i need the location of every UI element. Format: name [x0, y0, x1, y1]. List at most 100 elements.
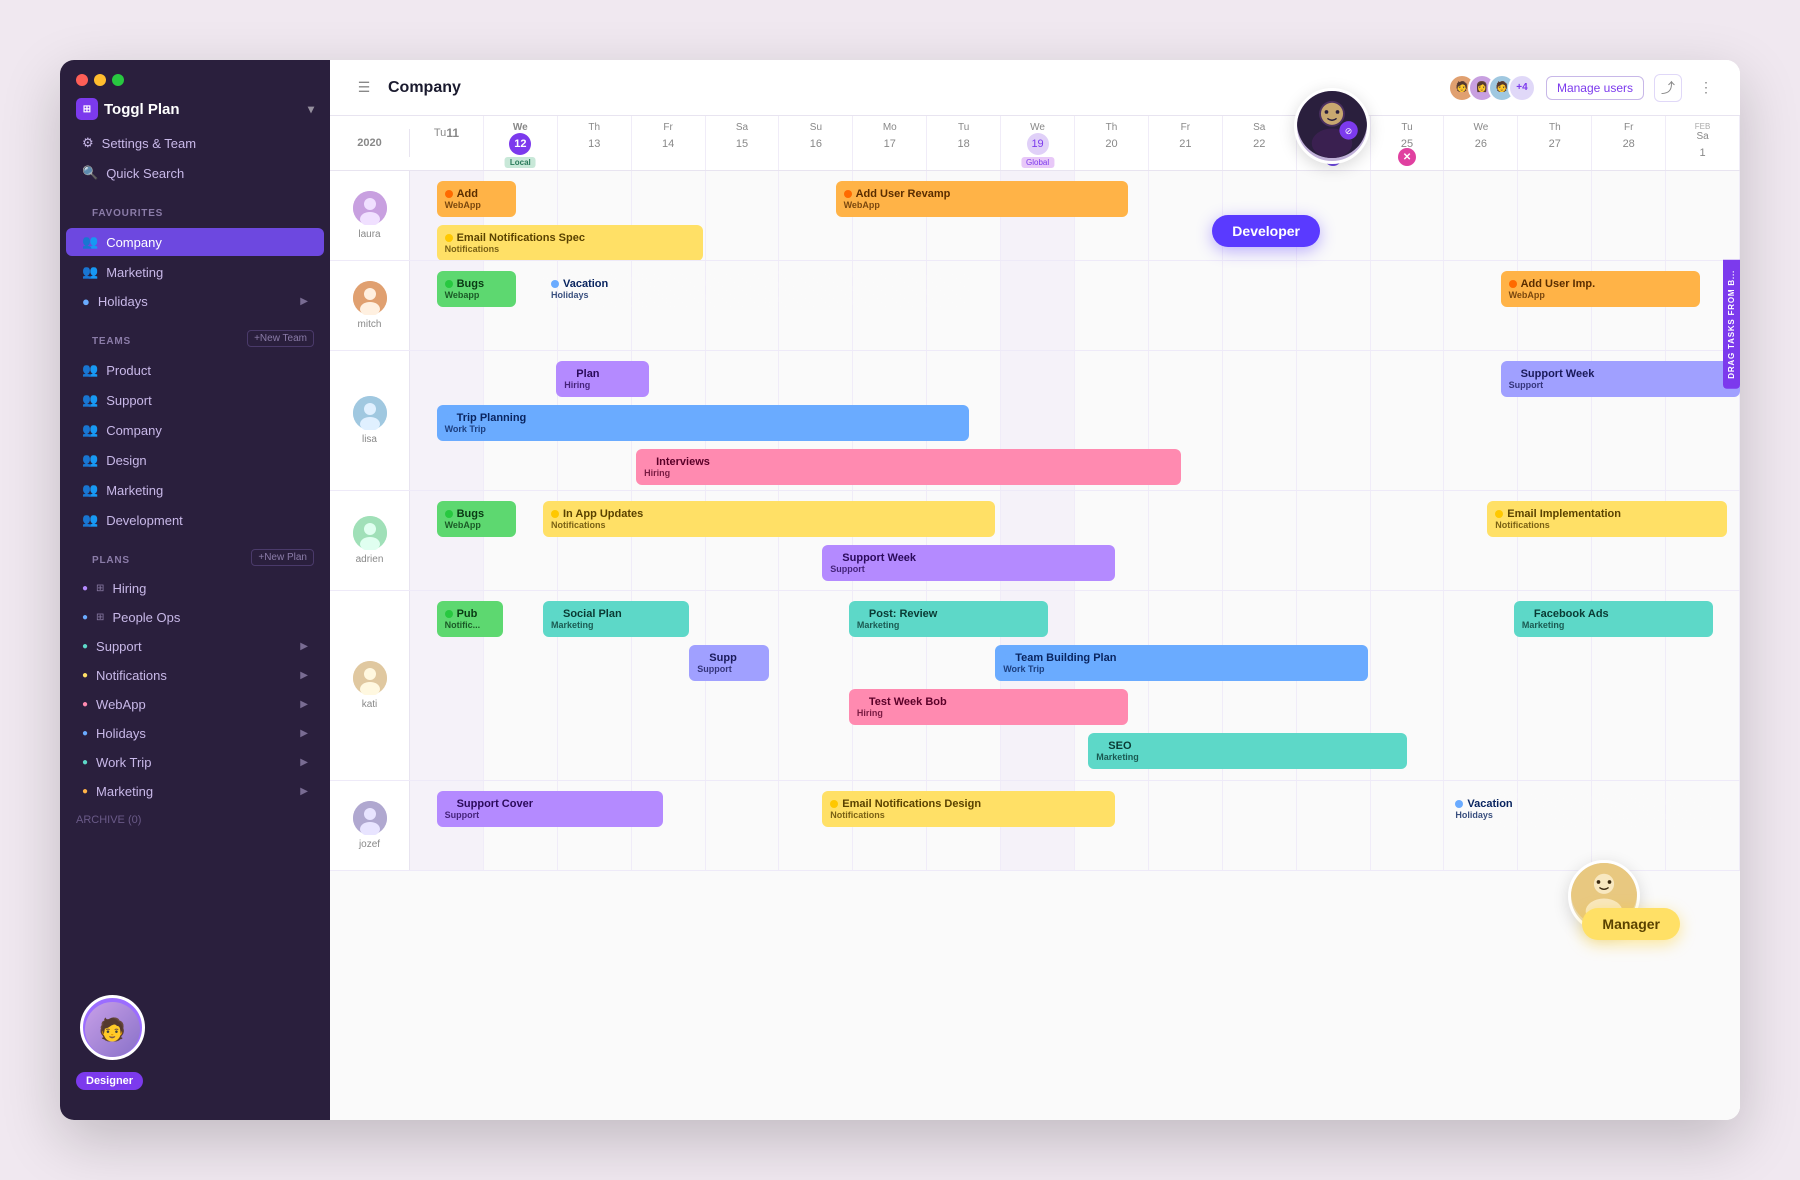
user-name-lisa: lisa: [362, 434, 377, 445]
sidebar-item-support-plan[interactable]: ● Support ▶: [66, 633, 324, 660]
task-email-notifications-spec[interactable]: Email Notifications Spec Notifications: [437, 225, 703, 260]
people-icon: 👥: [82, 422, 98, 438]
main-content: ☰ Company 🧑 👩 🧑 +4 Manage users ⤴ ⋮ 2020…: [330, 60, 1740, 1120]
developer-user-avatar: ⊘: [1294, 88, 1370, 164]
task-supp-kati[interactable]: Supp Support: [689, 645, 769, 681]
task-post-review[interactable]: Post: Review Marketing: [849, 601, 1049, 637]
sidebar-item-holidays[interactable]: ● Holidays ▶: [66, 288, 324, 315]
col-x-badge: ✕: [1398, 148, 1416, 166]
sidebar-item-webapp[interactable]: ● WebApp ▶: [66, 691, 324, 718]
task-bugs-webapp[interactable]: Bugs Webapp: [437, 271, 517, 307]
new-plan-button[interactable]: +New Plan: [251, 549, 314, 566]
maximize-dot[interactable]: [112, 74, 124, 86]
new-team-button[interactable]: +New Team: [247, 330, 314, 347]
task-interviews[interactable]: Interviews Hiring: [636, 449, 1181, 485]
avatar-mitch: [353, 281, 387, 315]
user-name-mitch: mitch: [358, 319, 382, 330]
task-email-notifications-design[interactable]: Email Notifications Design Notifications: [822, 791, 1115, 827]
chevron-right-icon: ▶: [300, 757, 308, 768]
cal-day-27: Th27: [1518, 116, 1592, 170]
favourites-section: FAVOURITES: [60, 188, 330, 227]
task-support-week-lisa[interactable]: Support Week Support: [1501, 361, 1740, 397]
task-add-webapp[interactable]: Add WebApp: [437, 181, 517, 217]
task-vacation-mitch[interactable]: Vacation Holidays: [543, 271, 969, 307]
chevron-right-icon: ▶: [300, 670, 308, 681]
task-test-week-bob[interactable]: Test Week Bob Hiring: [849, 689, 1128, 725]
chevron-right-icon: ▶: [300, 728, 308, 739]
task-vacation-jozef[interactable]: Vacation Holidays: [1447, 791, 1713, 827]
user-col-header: 2020: [330, 129, 410, 157]
cal-day-11: Tu11: [410, 116, 484, 170]
row-mitch: mitch Bugs Webapp Vacation Holidays: [330, 261, 1740, 351]
sidebar-item-company[interactable]: 👥 Company: [66, 228, 324, 256]
people-icon: 👥: [82, 452, 98, 468]
task-support-week-adrien[interactable]: Support Week Support: [822, 545, 1115, 581]
task-team-building[interactable]: Team Building Plan Work Trip: [995, 645, 1367, 681]
more-options-icon[interactable]: ⋮: [1692, 74, 1720, 102]
task-plan-hiring[interactable]: Plan Hiring: [556, 361, 649, 397]
sidebar-item-company-team[interactable]: 👥 Company: [66, 416, 324, 444]
avatar-jozef: [353, 801, 387, 835]
sidebar-item-settings-team[interactable]: ⚙ Settings & Team: [66, 129, 324, 157]
task-email-implementation[interactable]: Email Implementation Notifications: [1487, 501, 1726, 537]
people-icon: 👥: [82, 482, 98, 498]
cal-day-28: Fr28: [1592, 116, 1666, 170]
cal-day-15: Sa15: [706, 116, 780, 170]
user-cell-mitch: mitch: [330, 261, 410, 350]
task-bugs-adrien[interactable]: Bugs WebApp: [437, 501, 517, 537]
sidebar-item-people-ops[interactable]: ● ⊞ People Ops: [66, 604, 324, 631]
plans-label: PLANS: [76, 545, 146, 570]
avatar-adrien: [353, 516, 387, 550]
avatar-stack: 🧑 👩 🧑 +4: [1448, 74, 1536, 102]
avatar-lisa: [353, 396, 387, 430]
favourites-label: FAVOURITES: [76, 198, 179, 223]
sidebar-item-work-trip[interactable]: ● Work Trip ▶: [66, 749, 324, 776]
sidebar-item-hiring[interactable]: ● ⊞ Hiring: [66, 575, 324, 602]
sidebar-item-notifications[interactable]: ● Notifications ▶: [66, 662, 324, 689]
row-adrien: adrien Bugs WebApp In App Updates Notifi…: [330, 491, 1740, 591]
share-button[interactable]: ⤴: [1654, 74, 1682, 102]
developer-badge: Developer: [1212, 215, 1320, 247]
user-name-laura: laura: [358, 229, 380, 240]
svg-text:⊘: ⊘: [1345, 126, 1353, 136]
task-support-cover[interactable]: Support Cover Support: [437, 791, 663, 827]
dot-icon: ●: [82, 670, 88, 681]
task-in-app-updates[interactable]: In App Updates Notifications: [543, 501, 995, 537]
calendar-body: laura Add WebApp Add User Revamp WebApp: [330, 171, 1740, 1120]
cal-day-25: Tu25 ✕: [1371, 116, 1445, 170]
people-icon: 👥: [82, 264, 98, 280]
manage-users-button[interactable]: Manage users: [1546, 76, 1644, 100]
task-social-plan[interactable]: Social Plan Marketing: [543, 601, 689, 637]
task-add-user-revamp[interactable]: Add User Revamp WebApp: [836, 181, 1129, 217]
sidebar-item-design[interactable]: 👥 Design: [66, 446, 324, 474]
hamburger-icon[interactable]: ☰: [350, 74, 378, 102]
sidebar-item-marketing-team[interactable]: 👥 Marketing: [66, 476, 324, 504]
sidebar: ⊞ Toggl Plan ▾ ⚙ Settings & Team 🔍 Quick…: [60, 60, 330, 1120]
task-seo[interactable]: SEO Marketing: [1088, 733, 1407, 769]
sidebar-item-support[interactable]: 👥 Support: [66, 386, 324, 414]
dot-icon: ●: [82, 728, 88, 739]
close-dot[interactable]: [76, 74, 88, 86]
cal-day-26: We26: [1444, 116, 1518, 170]
circle-icon: ●: [82, 294, 90, 309]
app-title[interactable]: ⊞ Toggl Plan ▾: [60, 98, 330, 128]
sidebar-item-quick-search[interactable]: 🔍 Quick Search: [66, 159, 324, 187]
grid-icon: ⊞: [96, 612, 104, 623]
user-cell-adrien: adrien: [330, 491, 410, 590]
sidebar-item-product[interactable]: 👥 Product: [66, 356, 324, 384]
sidebar-item-marketing-plan[interactable]: ● Marketing ▶: [66, 778, 324, 805]
task-pub[interactable]: Pub Notific...: [437, 601, 504, 637]
row-jozef: jozef Support Cover Support Email Notifi…: [330, 781, 1740, 871]
sidebar-item-development[interactable]: 👥 Development: [66, 506, 324, 534]
minimize-dot[interactable]: [94, 74, 106, 86]
main-window: ⊞ Toggl Plan ▾ ⚙ Settings & Team 🔍 Quick…: [60, 60, 1740, 1120]
task-add-user-imp[interactable]: Add User Imp. WebApp: [1501, 271, 1701, 307]
task-trip-planning[interactable]: Trip Planning Work Trip: [437, 405, 969, 441]
avatar-kati: [353, 661, 387, 695]
window-controls: [60, 60, 330, 86]
cal-day-21: Fr21: [1149, 116, 1223, 170]
sidebar-item-marketing[interactable]: 👥 Marketing: [66, 258, 324, 286]
app-logo-icon: ⊞: [76, 98, 98, 120]
sidebar-item-holidays-plan[interactable]: ● Holidays ▶: [66, 720, 324, 747]
task-facebook-ads[interactable]: Facebook Ads Marketing: [1514, 601, 1714, 637]
